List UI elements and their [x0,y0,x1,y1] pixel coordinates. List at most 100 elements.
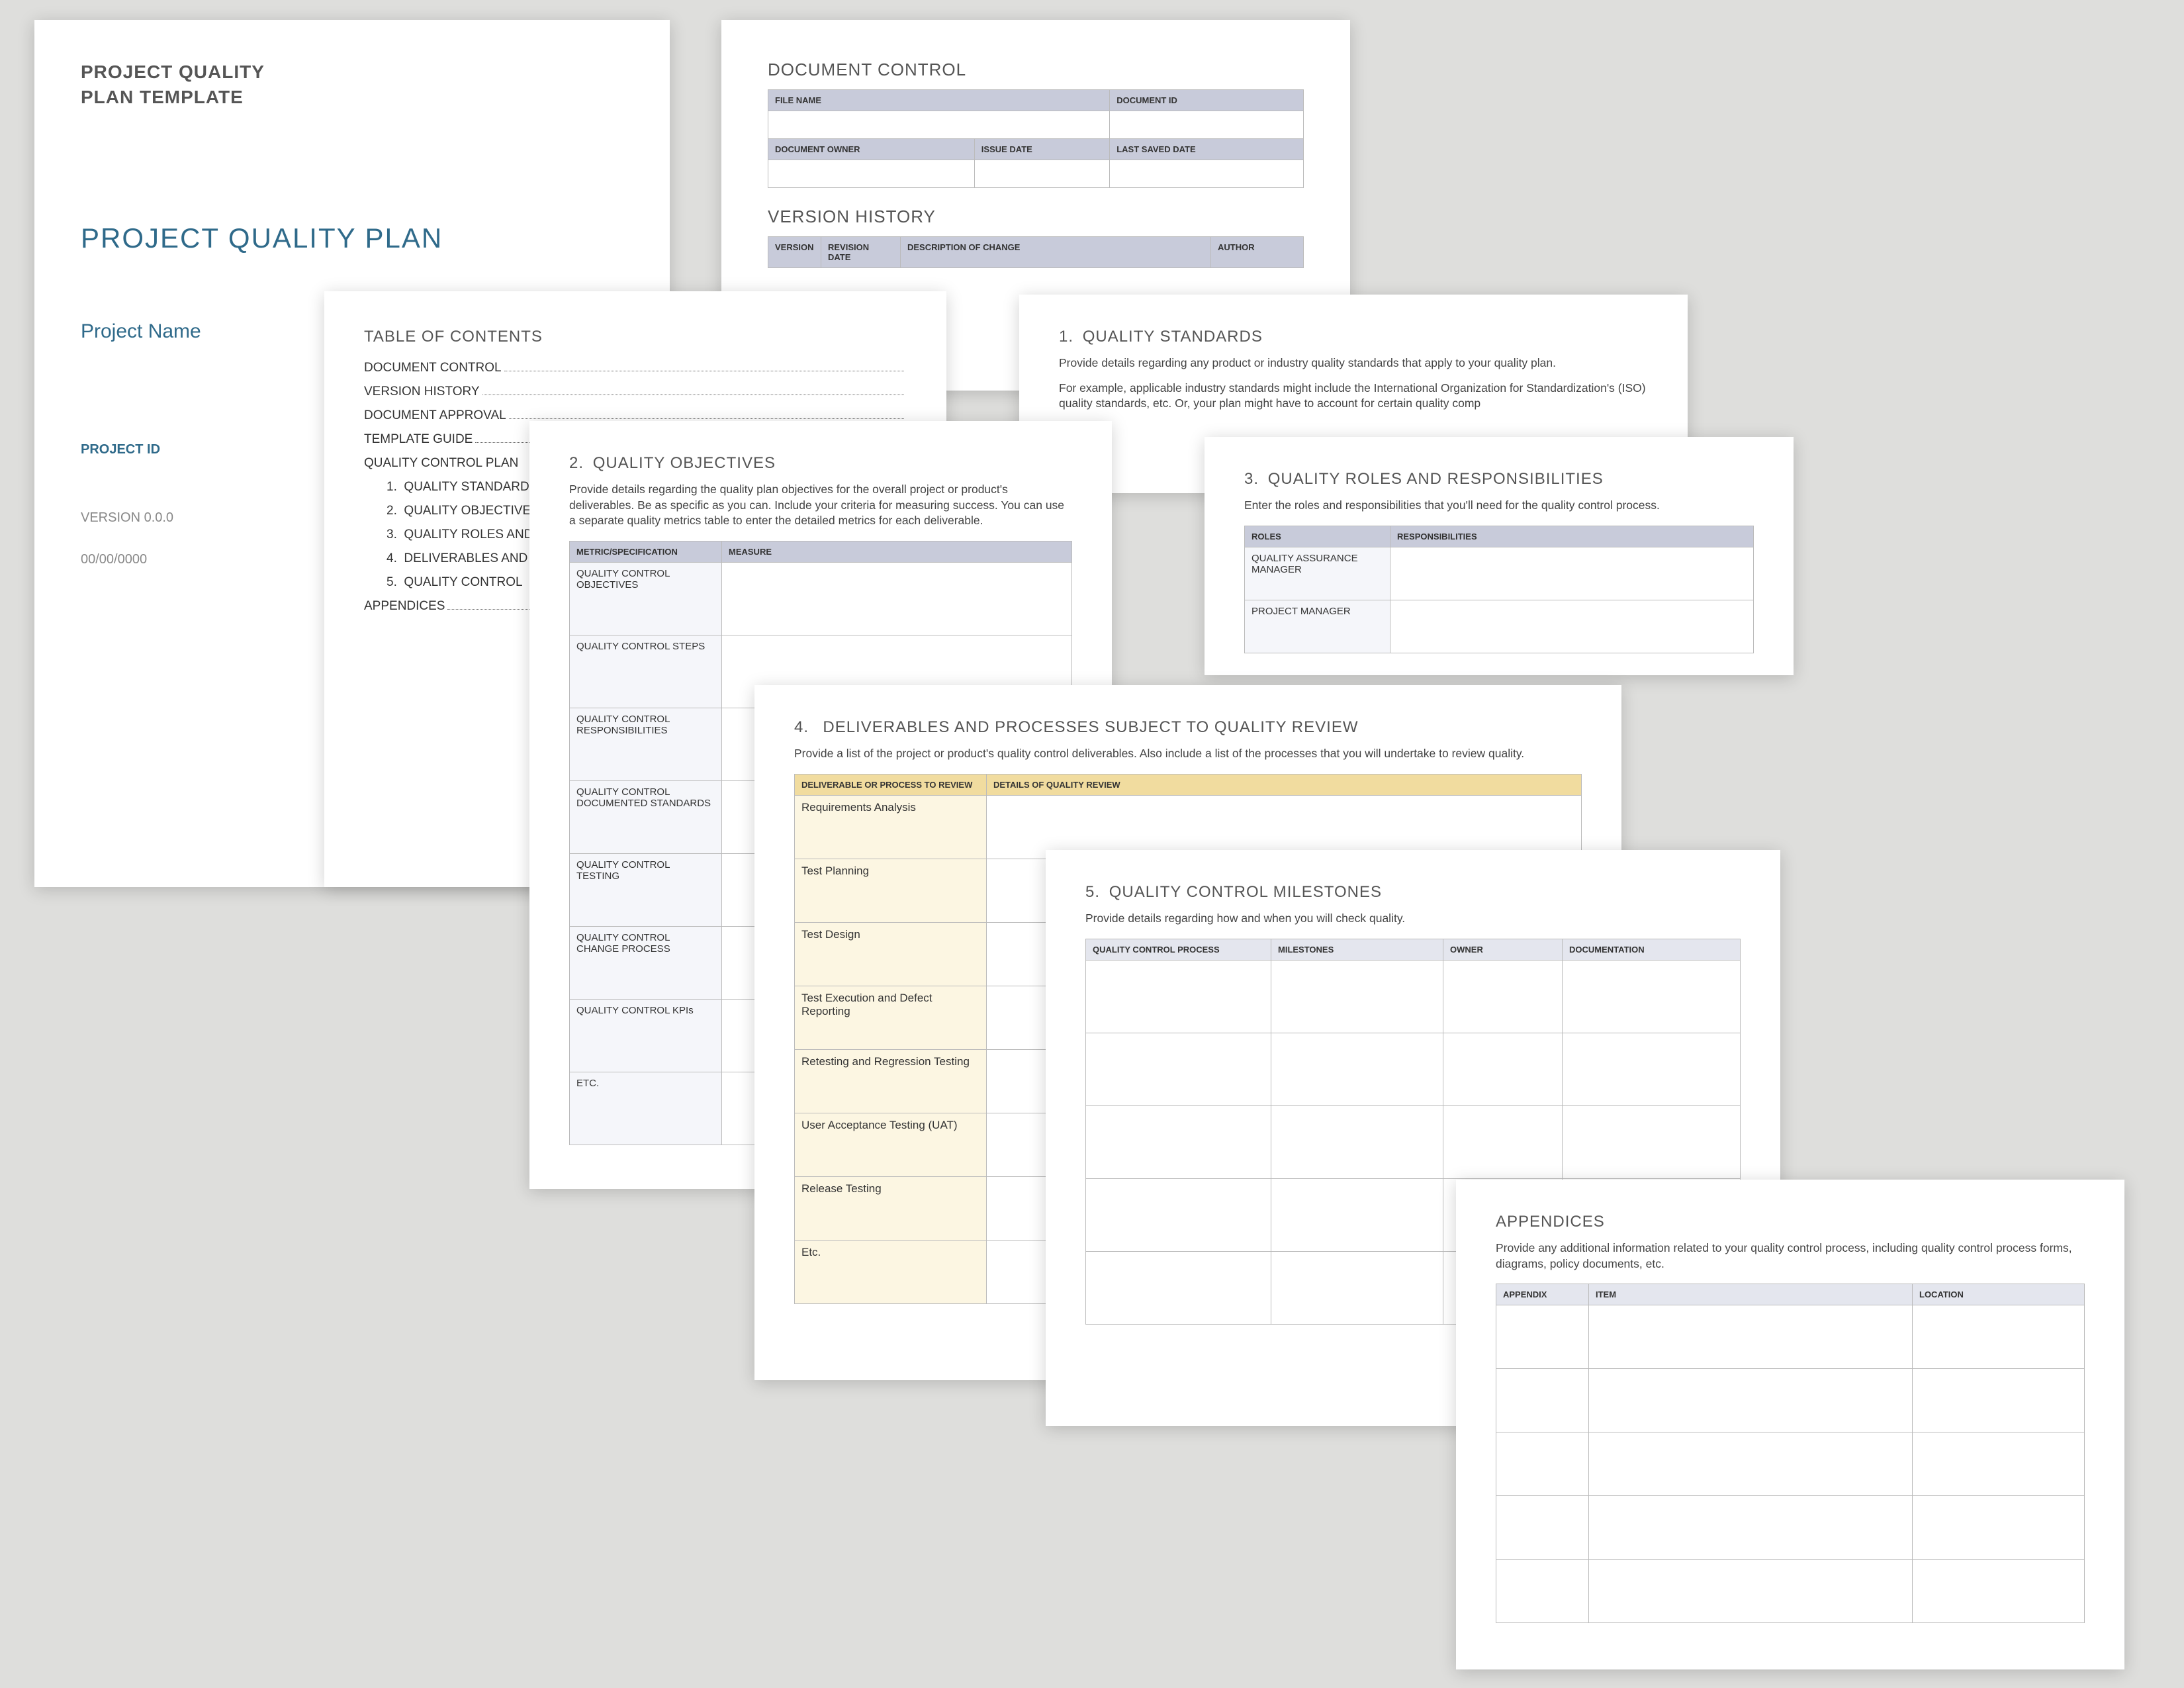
section-heading-document-control: DOCUMENT CONTROL [768,60,1304,80]
apx-cell [1913,1496,2085,1560]
apx-cell [1589,1432,1913,1496]
deliverable-cell: User Acceptance Testing (UAT) [795,1113,987,1176]
section-name: QUALITY CONTROL MILESTONES [1109,883,1382,901]
toc-num: 2. [387,504,397,518]
apx-cell [1589,1560,1913,1623]
template-title-line1: PROJECT QUALITY [81,60,623,85]
version-history-table: VERSION REVISION DATE DESCRIPTION OF CHA… [768,236,1304,268]
toc-label: VERSION HISTORY [364,385,480,399]
objectives-intro: Provide details regarding the quality pl… [569,482,1072,529]
deliverables-intro: Provide a list of the project or product… [794,746,1582,762]
mile-cell [1086,1105,1271,1178]
apx-cell [1589,1369,1913,1432]
section-name: DELIVERABLES AND PROCESSES SUBJECT TO QU… [823,718,1358,736]
mile-cell [1271,1105,1443,1178]
th-owner: OWNER [1443,939,1563,960]
th-metric: METRIC/SPECIFICATION [570,541,722,562]
deliverable-cell: Test Design [795,922,987,986]
metric-cell: QUALITY CONTROL CHANGE PROCESS [570,926,722,999]
deliverable-cell: Requirements Analysis [795,795,987,859]
metric-cell: QUALITY CONTROL STEPS [570,635,722,708]
toc-num: 3. [387,528,397,541]
mile-cell [1271,1178,1443,1251]
apx-cell [1496,1496,1589,1560]
cell-file-name [768,111,1110,139]
apx-cell [1496,1369,1589,1432]
appendices-table: APPENDIX ITEM LOCATION [1496,1284,2085,1623]
apx-cell [1913,1432,2085,1496]
mile-cell [1443,1105,1563,1178]
mile-cell [1086,1033,1271,1105]
toc-label: DOCUMENT CONTROL [364,361,502,375]
cell-saved [1110,160,1304,188]
toc-label: QUALITY STANDARD [404,480,529,494]
toc-num: 1. [387,480,397,494]
page-appendices: APPENDICES Provide any additional inform… [1456,1180,2124,1669]
role-cell: PROJECT MANAGER [1245,600,1390,653]
deliverable-cell: Test Execution and Defect Reporting [795,986,987,1049]
th-documentation: DOCUMENTATION [1563,939,1741,960]
section-title-deliverables: 4. DELIVERABLES AND PROCESSES SUBJECT TO… [794,718,1582,737]
metric-cell: QUALITY CONTROL TESTING [570,853,722,926]
th-version: VERSION [768,237,821,268]
apx-cell [1913,1305,2085,1369]
cell-owner [768,160,975,188]
document-control-table: FILE NAME DOCUMENT ID DOCUMENT OWNER ISS… [768,89,1304,188]
toc-label: QUALITY CONTROL PLAN [364,456,518,471]
th-measure: MEASURE [722,541,1072,562]
toc-label: QUALITY OBJECTIVE [404,504,531,518]
deliverable-cell: Test Planning [795,859,987,922]
th-issue-date: ISSUE DATE [974,139,1109,160]
roles-table: ROLES RESPONSIBILITIES QUALITY ASSURANCE… [1244,526,1754,653]
mile-cell [1271,1251,1443,1324]
section-number: 2. [569,454,584,472]
roles-intro: Enter the roles and responsibilities tha… [1244,498,1754,514]
th-deliverable: DELIVERABLE OR PROCESS TO REVIEW [795,774,987,795]
cell-document-id [1110,111,1304,139]
section-name: QUALITY ROLES AND RESPONSIBILITIES [1268,470,1604,488]
page-quality-roles: 3. QUALITY ROLES AND RESPONSIBILITIES En… [1205,437,1794,675]
cell-issue [974,160,1109,188]
th-appendix: APPENDIX [1496,1284,1589,1305]
th-qc-process: QUALITY CONTROL PROCESS [1086,939,1271,960]
toc-label: TEMPLATE GUIDE [364,432,473,447]
template-title-line2: PLAN TEMPLATE [81,85,623,110]
toc-num: 4. [387,551,397,565]
section-title-objectives: 2. QUALITY OBJECTIVES [569,454,1072,473]
toc-heading: TABLE OF CONTENTS [364,328,907,346]
section-title-roles: 3. QUALITY ROLES AND RESPONSIBILITIES [1244,470,1754,489]
metric-cell: QUALITY CONTROL DOCUMENTED STANDARDS [570,780,722,853]
toc-label: QUALITY ROLES AND [404,528,533,541]
mile-cell [1563,960,1741,1033]
template-title: PROJECT QUALITY PLAN TEMPLATE [81,60,623,110]
appendices-intro: Provide any additional information relat… [1496,1241,2085,1272]
mile-cell [1443,960,1563,1033]
th-last-saved: LAST SAVED DATE [1110,139,1304,160]
role-cell: QUALITY ASSURANCE MANAGER [1245,547,1390,600]
mile-cell [1271,960,1443,1033]
resp-cell [1390,547,1754,600]
document-title: PROJECT QUALITY PLAN [81,222,623,254]
metric-cell: QUALITY CONTROL RESPONSIBILITIES [570,708,722,780]
section-title-milestones: 5. QUALITY CONTROL MILESTONES [1085,883,1741,902]
metric-cell: QUALITY CONTROL OBJECTIVES [570,562,722,635]
toc-label: QUALITY CONTROL [404,575,522,589]
section-heading-version-history: VERSION HISTORY [768,207,1304,227]
mile-cell [1563,1105,1741,1178]
section-title-appendices: APPENDICES [1496,1213,2085,1231]
resp-cell [1390,600,1754,653]
mile-cell [1086,960,1271,1033]
section-title-standards: 1. QUALITY STANDARDS [1059,328,1648,346]
toc-label: DOCUMENT APPROVAL [364,408,506,423]
milestones-intro: Provide details regarding how and when y… [1085,911,1741,927]
th-author: AUTHOR [1211,237,1304,268]
th-file-name: FILE NAME [768,90,1110,111]
toc-label: DELIVERABLES AND [404,551,527,565]
apx-cell [1913,1369,2085,1432]
mile-cell [1086,1251,1271,1324]
apx-cell [1589,1305,1913,1369]
detail-cell [987,795,1582,859]
toc-label: APPENDICES [364,599,445,614]
th-roles: ROLES [1245,526,1390,547]
mile-cell [1086,1178,1271,1251]
